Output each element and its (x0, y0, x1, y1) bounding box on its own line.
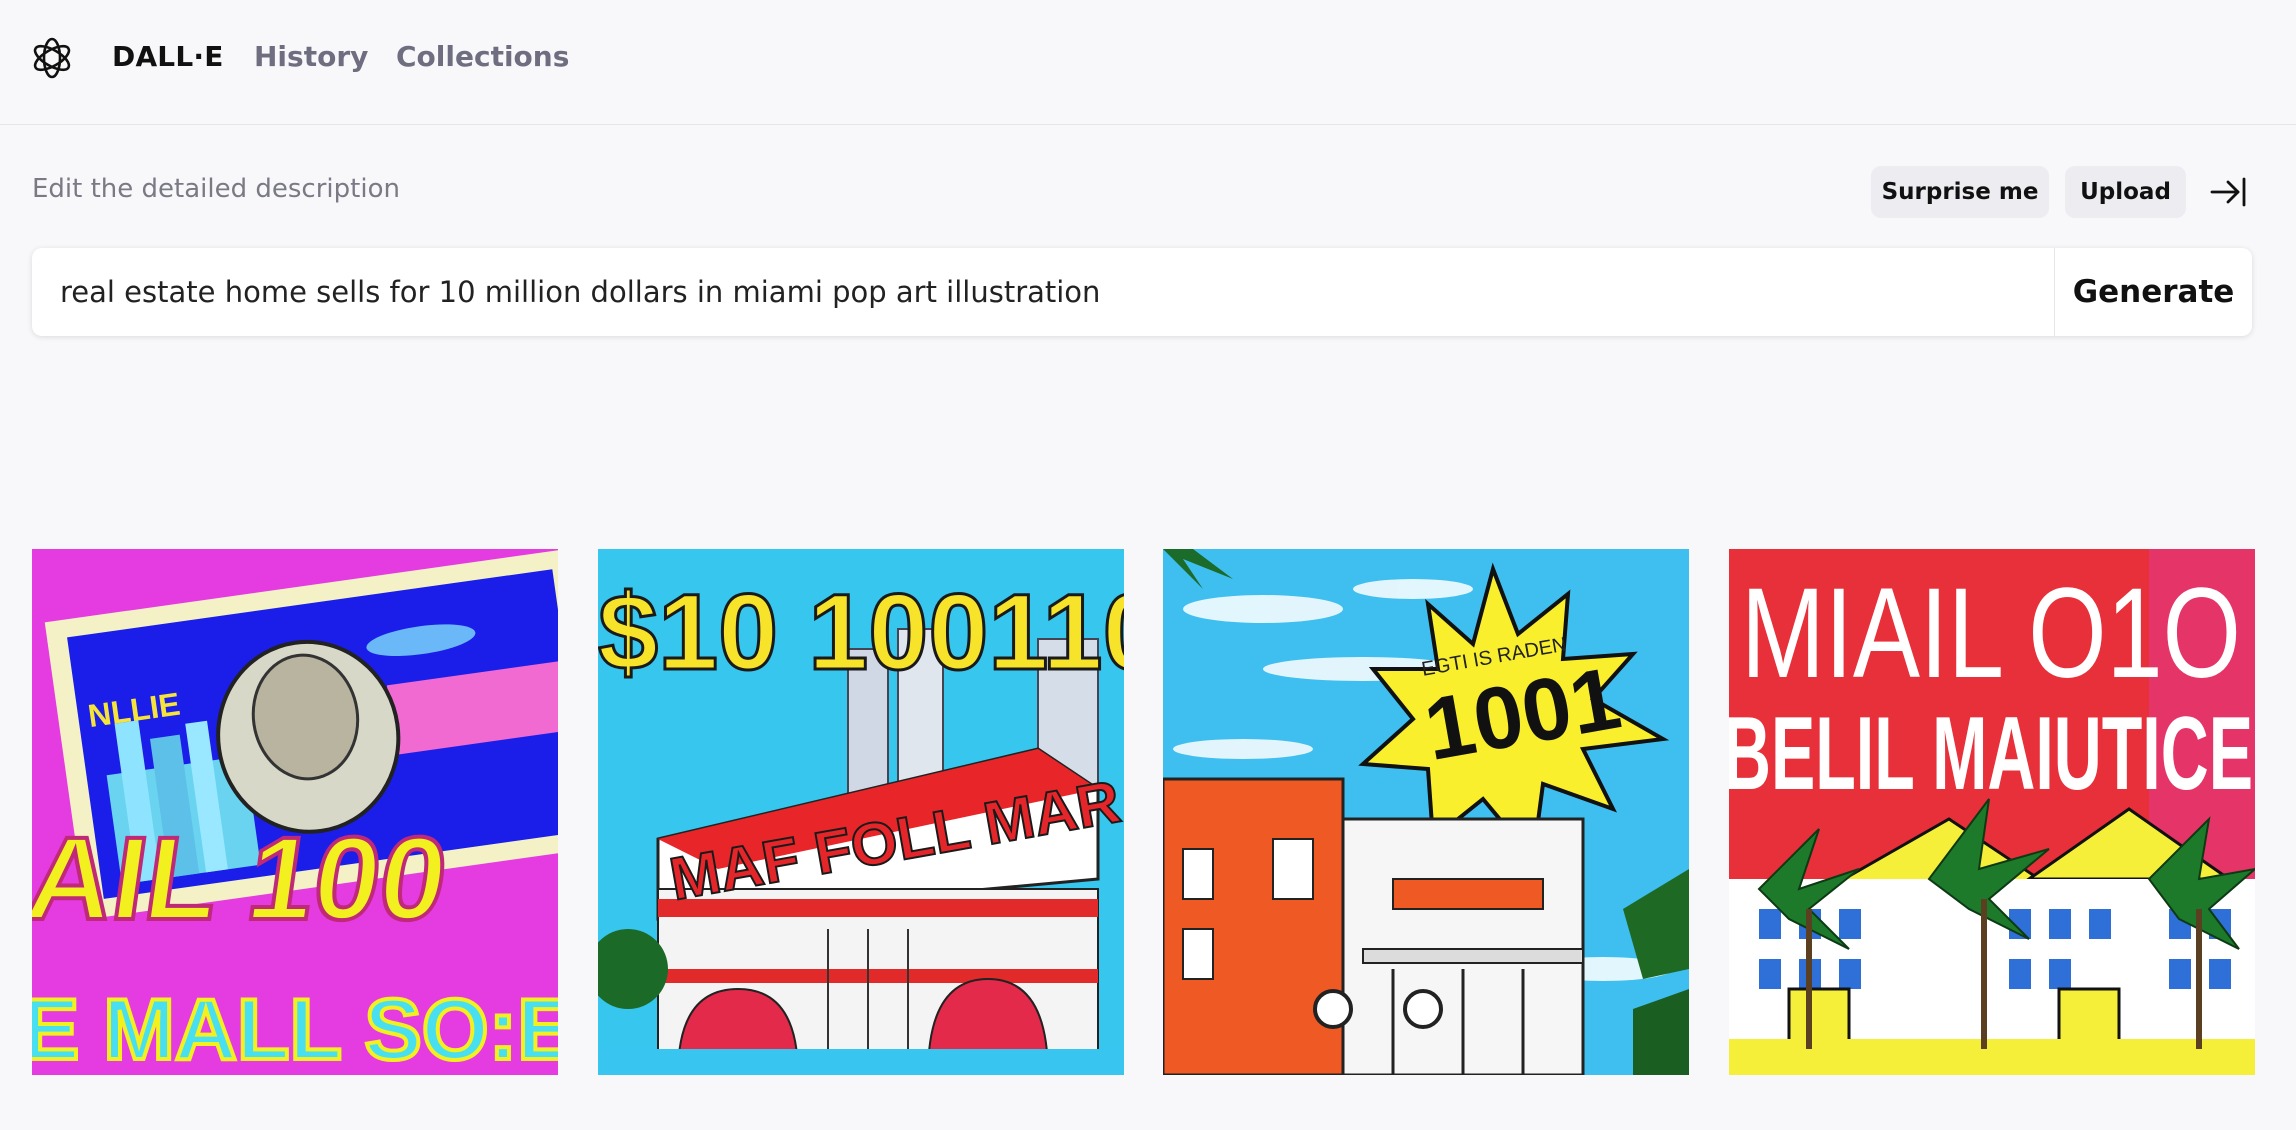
generated-image-4[interactable]: MIAIL O1O BELIL MAIUTICE (1729, 549, 2255, 1075)
image-text: $10 100110 (598, 571, 1124, 692)
prompt-bar: Generate (32, 248, 2252, 336)
prompt-hint: Edit the detailed description (32, 174, 400, 204)
image-text: MIAIL O1O (1741, 562, 2241, 705)
generate-button[interactable]: Generate (2055, 248, 2252, 336)
generated-image-icon: MIAIL O1O BELIL MAIUTICE (1729, 549, 2255, 1075)
surprise-me-button[interactable]: Surprise me (1871, 166, 2049, 218)
collapse-panel-icon[interactable] (2208, 174, 2248, 210)
generated-image-icon: NLLIE IAIL 100 E MALL SO:EL (32, 549, 558, 1075)
brand-link[interactable]: DALL·E (112, 40, 224, 73)
generated-image-1[interactable]: NLLIE IAIL 100 E MALL SO:EL (32, 549, 558, 1075)
generated-image-3[interactable]: EGTI IS RADEN 1001 (1163, 549, 1689, 1075)
generated-image-icon: $10 100110 MAF FOLL MAR (598, 549, 1124, 1075)
generated-image-2[interactable]: $10 100110 MAF FOLL MAR (598, 549, 1124, 1075)
top-nav: DALL·E History Collections (0, 0, 2296, 125)
prompt-input[interactable] (60, 248, 2060, 336)
image-text: IAIL 100 (32, 814, 455, 945)
generated-image-icon: EGTI IS RADEN 1001 (1163, 549, 1689, 1075)
nav-history[interactable]: History (254, 40, 368, 73)
upload-button[interactable]: Upload (2065, 166, 2186, 218)
nav-collections[interactable]: Collections (396, 40, 569, 73)
openai-logo-icon[interactable] (28, 34, 76, 82)
image-text: E MALL SO:EL (32, 982, 558, 1075)
image-text: BELIL MAIUTICE (1729, 696, 2253, 812)
